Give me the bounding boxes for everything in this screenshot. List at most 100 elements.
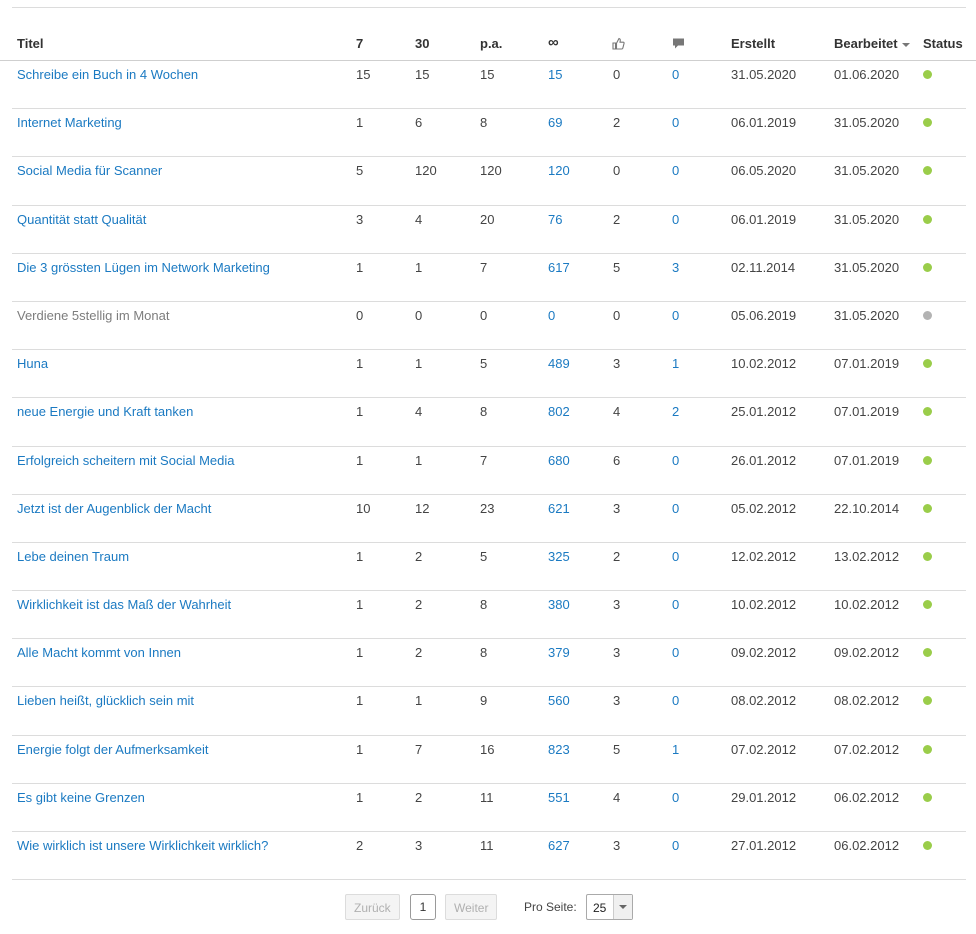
row-title[interactable]: Social Media für Scanner: [17, 163, 162, 178]
row-views-total[interactable]: 802: [548, 404, 570, 419]
column-created[interactable]: Erstellt: [731, 36, 775, 51]
status-dot-icon: [923, 600, 932, 610]
row-comments[interactable]: 0: [672, 693, 679, 708]
comment-icon[interactable]: [672, 37, 685, 53]
prev-page-button[interactable]: Zurück: [345, 894, 400, 920]
row-views-30: 2: [415, 597, 423, 613]
row-title[interactable]: Jetzt ist der Augenblick der Macht: [17, 501, 211, 516]
row-comments[interactable]: 3: [672, 260, 679, 275]
row-views-total[interactable]: 489: [548, 356, 570, 371]
status-dot-icon: [923, 262, 932, 272]
row-title[interactable]: Es gibt keine Grenzen: [17, 790, 145, 805]
status-dot-icon: [923, 214, 932, 224]
row-comments[interactable]: 2: [672, 404, 679, 419]
row-comments[interactable]: 0: [672, 838, 679, 853]
row-views-pa: 0: [480, 307, 488, 323]
table-row: Schreibe ein Buch in 4 Wochen 15 15 15 15 0 0 3…: [12, 61, 966, 110]
row-comments[interactable]: 0: [672, 549, 679, 564]
row-views-7: 1: [356, 693, 364, 709]
row-title[interactable]: Wirklichkeit ist das Maß der Wahrheit: [17, 597, 231, 612]
row-created: 06.05.2020: [731, 163, 797, 179]
row-likes: 5: [613, 259, 621, 275]
column-status[interactable]: Status: [923, 36, 963, 51]
row-likes: 3: [613, 500, 621, 516]
row-title[interactable]: Lebe deinen Traum: [17, 549, 129, 564]
row-title[interactable]: Schreibe ein Buch in 4 Wochen: [17, 67, 198, 82]
row-title[interactable]: Alle Macht kommt von Innen: [17, 645, 181, 660]
row-title[interactable]: Wie wirklich ist unsere Wirklichkeit wir…: [17, 838, 268, 853]
table-row: Wirklichkeit ist das Maß der Wahrheit 1 2 8…: [12, 591, 966, 640]
row-views-pa: 120: [480, 163, 502, 179]
row-views-pa: 9: [480, 693, 488, 709]
row-views-total[interactable]: 15: [548, 67, 562, 82]
row-views-30: 2: [415, 789, 423, 805]
thumbs-up-icon[interactable]: [612, 37, 625, 53]
row-views-7: 1: [356, 597, 364, 613]
current-page-indicator[interactable]: 1: [410, 894, 436, 920]
row-comments[interactable]: 0: [672, 115, 679, 130]
row-comments[interactable]: 0: [672, 67, 679, 82]
row-views-pa: 11: [480, 838, 494, 853]
row-comments[interactable]: 0: [672, 501, 679, 516]
status-dot-icon: [923, 841, 932, 850]
column-7-days[interactable]: 7: [356, 36, 363, 51]
row-comments[interactable]: 0: [672, 645, 679, 660]
row-likes: 3: [613, 693, 621, 709]
chevron-down-icon[interactable]: [613, 895, 632, 919]
row-likes: 3: [613, 597, 621, 613]
row-title[interactable]: neue Energie und Kraft tanken: [17, 404, 193, 419]
row-views-total[interactable]: 380: [548, 597, 570, 612]
row-views-total[interactable]: 617: [548, 260, 570, 275]
row-comments[interactable]: 0: [672, 597, 679, 612]
status-dot-icon: [923, 166, 932, 176]
row-comments[interactable]: 0: [672, 790, 679, 805]
row-views-total[interactable]: 0: [548, 308, 555, 323]
row-views-total[interactable]: 627: [548, 838, 570, 853]
row-views-total[interactable]: 76: [548, 212, 562, 227]
row-title[interactable]: Quantität statt Qualität: [17, 212, 146, 227]
row-views-pa: 8: [480, 115, 488, 131]
row-views-total[interactable]: 823: [548, 742, 570, 757]
row-comments[interactable]: 0: [672, 453, 679, 468]
row-comments[interactable]: 0: [672, 212, 679, 227]
per-page-select[interactable]: 25: [586, 894, 633, 920]
column-edited-label: Bearbeitet: [834, 36, 898, 51]
row-edited: 31.05.2020: [834, 259, 900, 275]
column-total[interactable]: ∞: [548, 34, 559, 51]
row-views-total[interactable]: 551: [548, 790, 570, 805]
row-edited: 06.02.2012: [834, 838, 900, 853]
row-title[interactable]: Energie folgt der Aufmerksamkeit: [17, 742, 208, 757]
row-views-total[interactable]: 379: [548, 645, 570, 660]
row-likes: 0: [613, 307, 621, 323]
row-views-pa: 8: [480, 645, 488, 661]
row-title[interactable]: Erfolgreich scheitern mit Social Media: [17, 453, 234, 468]
row-title[interactable]: Die 3 grössten Lügen im Network Marketin…: [17, 260, 270, 275]
row-title[interactable]: Internet Marketing: [17, 115, 122, 130]
table-row: Internet Marketing 1 6 8 69 2 0 06.01.2019 31.05…: [12, 109, 966, 158]
next-page-button[interactable]: Weiter: [445, 894, 498, 920]
row-comments[interactable]: 1: [672, 742, 679, 757]
row-title[interactable]: Lieben heißt, glücklich sein mit: [17, 693, 194, 708]
row-comments[interactable]: 0: [672, 163, 679, 178]
table-row: Alle Macht kommt von Innen 1 2 8 379 3 0 09.02.…: [12, 639, 966, 688]
row-views-total[interactable]: 560: [548, 693, 570, 708]
row-views-total[interactable]: 69: [548, 115, 562, 130]
column-per-annum[interactable]: p.a.: [480, 36, 502, 51]
column-title[interactable]: Titel: [17, 36, 44, 51]
row-views-pa: 11: [480, 789, 494, 805]
row-comments[interactable]: 0: [672, 308, 679, 323]
row-views-total[interactable]: 621: [548, 501, 570, 516]
table-row: Wie wirklich ist unsere Wirklichkeit wir…: [12, 832, 966, 881]
status-dot-icon: [923, 310, 932, 320]
row-likes: 4: [613, 789, 621, 805]
row-edited: 07.02.2012: [834, 741, 900, 757]
status-dot-icon: [923, 744, 932, 754]
row-views-total[interactable]: 680: [548, 453, 570, 468]
row-views-total[interactable]: 325: [548, 549, 570, 564]
row-title[interactable]: Huna: [17, 356, 48, 371]
column-30-days[interactable]: 30: [415, 36, 429, 51]
column-edited[interactable]: Bearbeitet: [834, 36, 910, 51]
row-comments[interactable]: 1: [672, 356, 679, 371]
row-title[interactable]: Verdiene 5stellig im Monat: [17, 308, 169, 323]
row-views-total[interactable]: 120: [548, 163, 570, 178]
